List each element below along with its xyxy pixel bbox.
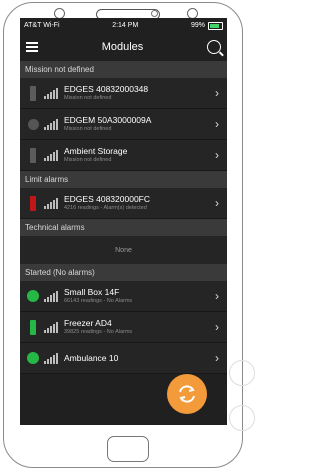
chevron-right-icon: › bbox=[215, 351, 219, 365]
module-name: Small Box 14F bbox=[64, 287, 120, 297]
signal-icon bbox=[44, 149, 58, 161]
signal-icon bbox=[44, 290, 58, 302]
module-name: Ambient Storage bbox=[64, 146, 128, 156]
module-subtitle: 4216 readings - Alarm(s) detected bbox=[64, 205, 147, 211]
section-header: Mission not defined bbox=[20, 61, 227, 78]
side-button-circle[interactable] bbox=[229, 360, 255, 386]
battery-percent: 99% bbox=[190, 22, 205, 29]
status-right: 99% bbox=[190, 21, 223, 30]
sensor-dot bbox=[151, 10, 158, 17]
status-bar: AT&T Wi-Fi 2:14 PM 99% bbox=[20, 18, 227, 33]
home-button[interactable] bbox=[107, 436, 149, 462]
status-bar-icon bbox=[25, 85, 41, 101]
chevron-right-icon: › bbox=[215, 289, 219, 303]
app-bar: Modules bbox=[20, 33, 227, 61]
section-header: Started (No alarms) bbox=[20, 264, 227, 281]
signal-icon bbox=[44, 197, 58, 209]
search-icon[interactable] bbox=[206, 40, 221, 54]
status-bar-icon bbox=[25, 147, 41, 163]
module-row[interactable]: EDGES 40832000348 Mission not defined › bbox=[20, 78, 227, 109]
module-row[interactable]: Ambient Storage Mission not defined › bbox=[20, 140, 227, 171]
module-subtitle: 39825 readings - No Alarms bbox=[64, 329, 133, 335]
empty-state: None bbox=[20, 236, 227, 264]
section-header: Limit alarms bbox=[20, 171, 227, 188]
refresh-icon bbox=[179, 385, 195, 403]
carrier-label: AT&T Wi-Fi bbox=[24, 22, 60, 29]
chevron-right-icon: › bbox=[215, 117, 219, 131]
signal-icon bbox=[44, 118, 58, 130]
chevron-right-icon: › bbox=[215, 196, 219, 210]
module-row[interactable]: EDGEM 50A3000009A Mission not defined › bbox=[20, 109, 227, 140]
signal-icon bbox=[44, 87, 58, 99]
status-circle-icon bbox=[25, 118, 41, 130]
section-header: Technical alarms bbox=[20, 219, 227, 236]
clock: 2:14 PM bbox=[112, 22, 139, 29]
side-button-circle[interactable] bbox=[229, 405, 255, 431]
module-subtitle: Mission not defined bbox=[64, 126, 112, 132]
module-row[interactable]: Small Box 14F 66143 readings - No Alarms… bbox=[20, 281, 227, 312]
module-row[interactable]: EDGES 408320000FC 4216 readings - Alarm(… bbox=[20, 188, 227, 219]
battery-icon bbox=[207, 21, 223, 30]
signal-icon bbox=[44, 321, 58, 333]
module-name: EDGEM 50A3000009A bbox=[64, 115, 152, 125]
ok-circle-icon bbox=[25, 290, 41, 302]
signal-icon bbox=[44, 352, 58, 364]
hamburger-icon[interactable] bbox=[26, 42, 38, 52]
module-name: EDGES 408320000FC bbox=[64, 194, 150, 204]
alarm-bar-icon bbox=[25, 195, 41, 211]
module-name: Freezer AD4 bbox=[64, 318, 112, 328]
chevron-right-icon: › bbox=[215, 86, 219, 100]
ok-circle-icon bbox=[25, 352, 41, 364]
page-title: Modules bbox=[101, 41, 144, 53]
module-row[interactable]: Freezer AD4 39825 readings - No Alarms › bbox=[20, 312, 227, 343]
refresh-fab[interactable] bbox=[167, 374, 207, 414]
chevron-right-icon: › bbox=[215, 148, 219, 162]
module-subtitle: Mission not defined bbox=[64, 157, 112, 163]
module-row[interactable]: Ambulance 10 › bbox=[20, 343, 227, 374]
module-subtitle: Mission not defined bbox=[64, 95, 112, 101]
module-name: Ambulance 10 bbox=[64, 353, 119, 363]
chevron-right-icon: › bbox=[215, 320, 219, 334]
ok-bar-icon bbox=[25, 319, 41, 335]
module-name: EDGES 40832000348 bbox=[64, 84, 149, 94]
module-subtitle: 66143 readings - No Alarms bbox=[64, 298, 133, 304]
app-screen: AT&T Wi-Fi 2:14 PM 99% Modules Mission n… bbox=[20, 18, 227, 425]
